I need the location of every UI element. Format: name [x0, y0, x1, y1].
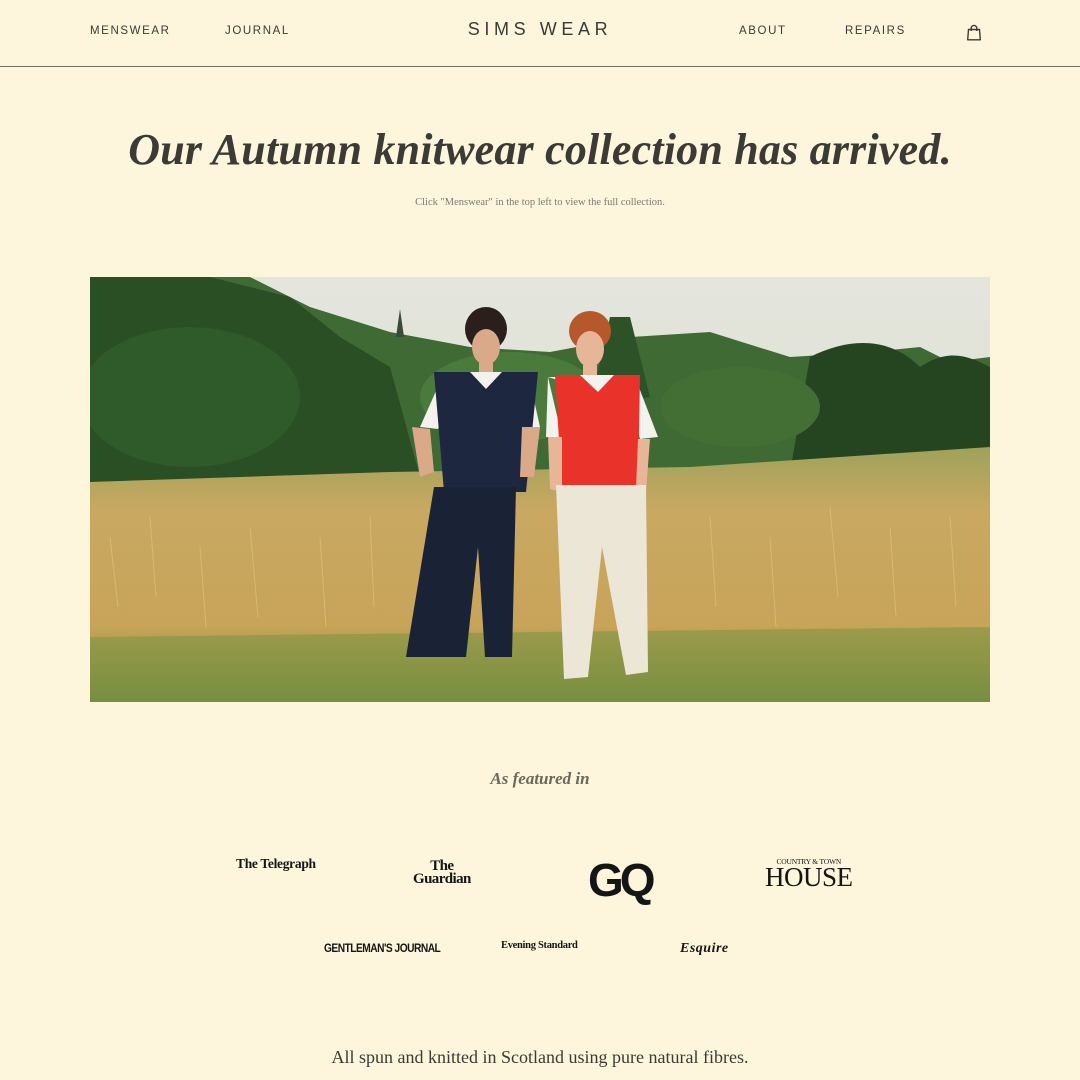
- site-header: MENSWEAR JOURNAL SIMS WEAR ABOUT REPAIRS: [0, 0, 1080, 67]
- nav-about[interactable]: ABOUT: [739, 25, 787, 37]
- guardian-line-2: Guardian: [413, 871, 471, 887]
- press-logo-gentlemans-journal[interactable]: GENTLEMAN'S JOURNAL: [324, 941, 441, 955]
- press-logo-country-town-house[interactable]: COUNTRY & TOWN HOUSE: [765, 858, 853, 892]
- hero-headline: Our Autumn knitwear collection has arriv…: [128, 125, 952, 174]
- press-logo-evening-standard[interactable]: Evening Standard: [501, 940, 578, 951]
- nav-journal[interactable]: JOURNAL: [225, 25, 290, 37]
- press-logo-esquire[interactable]: Esquire: [680, 941, 729, 957]
- press-logo-gq[interactable]: GQ: [588, 852, 656, 908]
- nav-repairs[interactable]: REPAIRS: [845, 25, 906, 37]
- featured-heading: As featured in: [490, 769, 590, 788]
- press-logo-telegraph[interactable]: The Telegraph: [236, 856, 316, 872]
- house-line-big: HOUSE: [765, 862, 853, 892]
- hero-photo: [90, 277, 990, 702]
- sourcing-tagline: All spun and knitted in Scotland using p…: [331, 1047, 749, 1067]
- hero-subtext: Click "Menswear" in the top left to view…: [415, 197, 665, 208]
- shopping-bag-icon[interactable]: [966, 24, 982, 41]
- brand-name[interactable]: SIMS WEAR: [468, 19, 612, 39]
- nav-menswear[interactable]: MENSWEAR: [90, 25, 171, 37]
- press-logo-guardian[interactable]: The Guardian: [413, 859, 471, 887]
